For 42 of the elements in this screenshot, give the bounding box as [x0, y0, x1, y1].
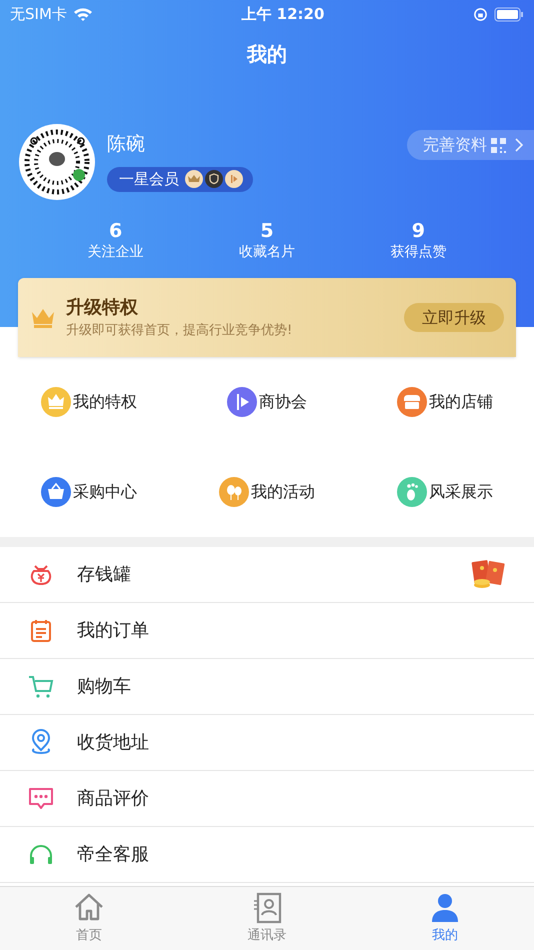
crown-icon — [185, 170, 203, 188]
crown-icon — [41, 387, 71, 417]
shortcut-item[interactable]: 商协会 — [178, 387, 356, 417]
stat-label: 获得点赞 — [390, 243, 446, 262]
shop-icon — [397, 387, 427, 417]
shortcut-item[interactable]: 我的特权 — [0, 387, 178, 417]
rotation-lock-icon — [472, 6, 488, 22]
qr-code-icon — [491, 138, 506, 152]
stat-value: 9 — [412, 220, 425, 242]
menu-item[interactable]: 商品评价 — [0, 771, 534, 827]
carrier-text: 无SIM卡 — [10, 4, 67, 25]
shortcut-item[interactable]: 我的店铺 — [356, 387, 534, 417]
stat-value: 6 — [109, 220, 122, 242]
stat-label: 关注企业 — [88, 243, 144, 262]
upgrade-title: 升级特权 — [66, 296, 139, 320]
balloon-icon — [219, 477, 249, 507]
foot-icon — [397, 477, 427, 507]
basket-icon — [41, 477, 71, 507]
wifi-icon — [72, 6, 93, 22]
shortcut-item[interactable]: 我的活动 — [178, 477, 356, 507]
menu-item[interactable]: 我的订单 — [0, 603, 534, 659]
upgrade-button[interactable]: 立即升级 — [404, 303, 504, 332]
shield-icon — [205, 170, 223, 188]
flag-icon — [227, 387, 257, 417]
menu-item[interactable]: 存钱罐 — [0, 547, 534, 603]
menu-item[interactable]: 购物车 — [0, 659, 534, 715]
status-time: 上午 12:20 — [241, 4, 324, 25]
upgrade-subtitle: 升级即可获得首页，提高行业竞争优势! — [66, 322, 292, 340]
shortcut-item[interactable]: 采购中心 — [0, 477, 178, 507]
battery-icon — [494, 6, 524, 22]
crown-icon — [30, 306, 56, 328]
member-badge: 一星会员 — [107, 166, 253, 192]
flag-icon — [225, 170, 243, 188]
user-name: 陈碗 — [107, 132, 146, 157]
stat-label: 收藏名片 — [238, 243, 295, 262]
page-title: 我的 — [247, 41, 287, 68]
stat-value: 5 — [260, 220, 274, 242]
menu-item[interactable]: 收货地址 — [0, 715, 534, 771]
menu-item[interactable]: 帝全客服 — [0, 827, 534, 883]
chevron-right-icon — [514, 137, 524, 153]
tab-item[interactable]: 我的 — [356, 887, 534, 950]
shortcut-item[interactable]: 风采展示 — [356, 477, 534, 507]
